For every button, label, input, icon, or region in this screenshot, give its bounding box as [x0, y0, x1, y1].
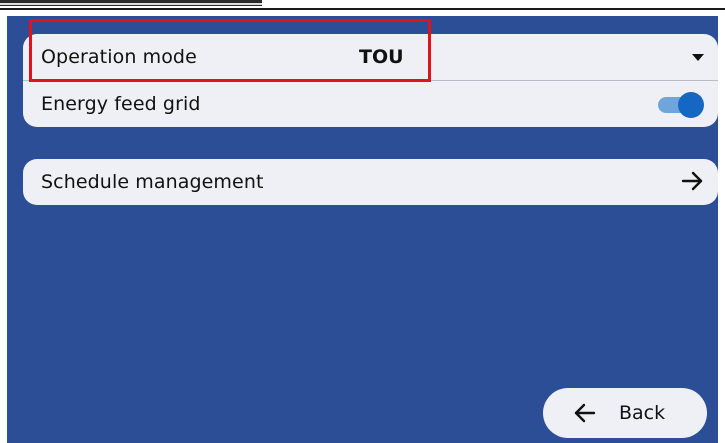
top-divider [0, 8, 725, 10]
arrow-left-icon [574, 403, 596, 423]
settings-card: Operation mode TOU Energy feed grid [23, 34, 718, 127]
toggle-thumb[interactable] [678, 92, 704, 118]
operation-mode-dropdown[interactable]: Operation mode TOU [23, 34, 718, 80]
schedule-management-row[interactable]: Schedule management [23, 159, 718, 205]
back-label: Back [619, 402, 666, 424]
energy-feed-grid-toggle[interactable] [658, 92, 704, 118]
arrow-right-icon[interactable] [680, 168, 706, 194]
chevron-down-icon[interactable] [692, 54, 704, 61]
back-button[interactable]: Back [543, 388, 707, 438]
energy-feed-grid-row: Energy feed grid [23, 81, 718, 127]
window-tab [0, 0, 262, 6]
schedule-management-label: Schedule management [41, 171, 264, 193]
top-strip [0, 0, 725, 16]
schedule-management-button[interactable]: Schedule management [23, 159, 718, 205]
settings-screen: Operation mode TOU Energy feed grid Sche… [7, 16, 718, 443]
energy-feed-grid-label: Energy feed grid [41, 93, 201, 115]
operation-mode-value: TOU [359, 46, 404, 68]
operation-mode-label: Operation mode [41, 46, 197, 68]
